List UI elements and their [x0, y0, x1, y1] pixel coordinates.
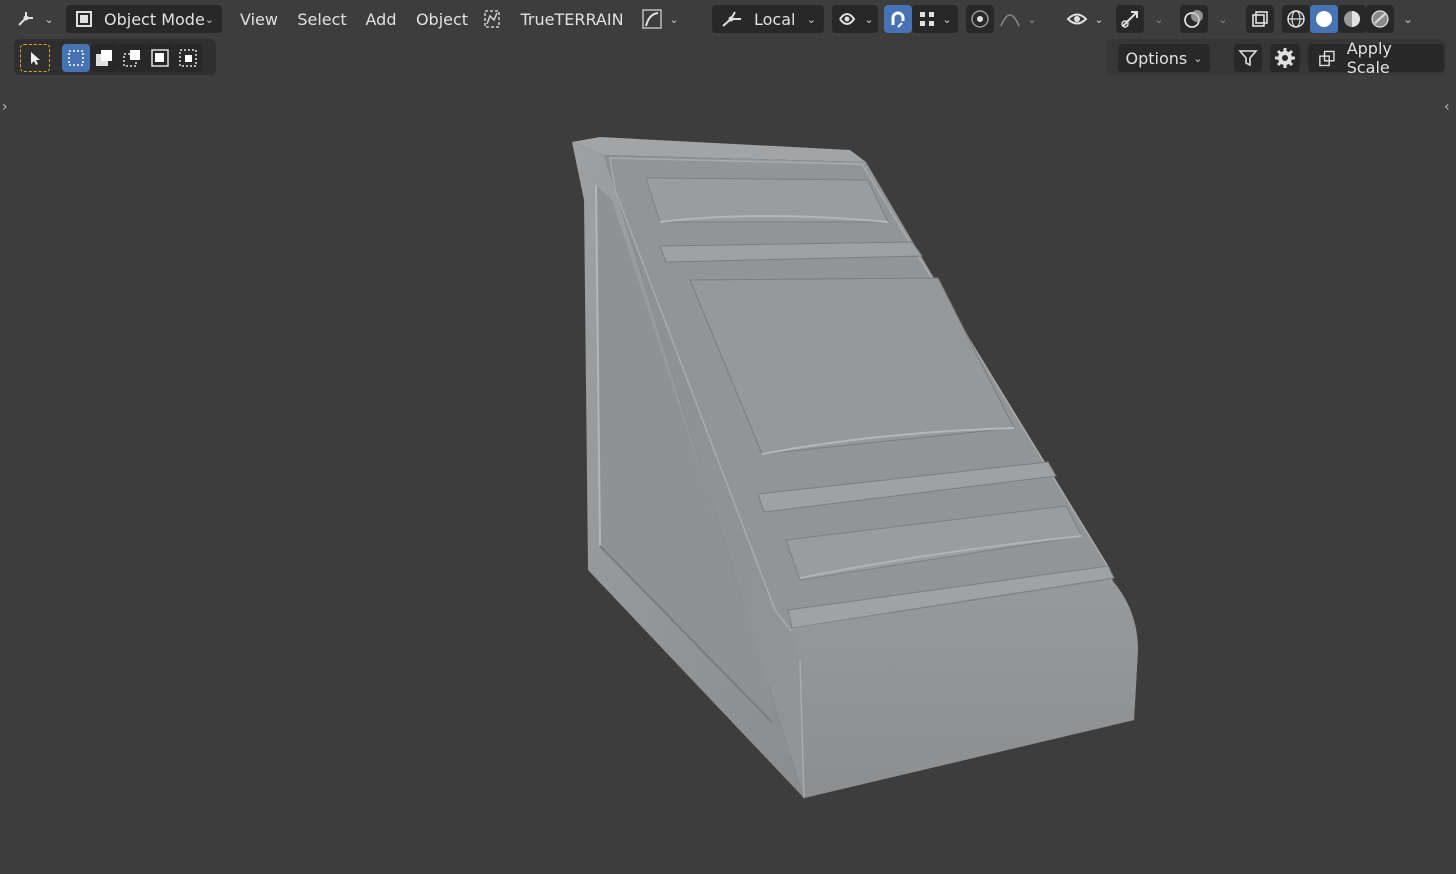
3d-viewport[interactable]: › ‹ ⌄ Object Mode ⌄ View Select Add Obje…: [0, 0, 1456, 874]
pivot-point-icon: [839, 13, 856, 25]
gizmo-icon: [1121, 11, 1138, 28]
apply-scale-label: Apply Scale: [1346, 39, 1392, 77]
filter-funnel-icon: [1238, 50, 1258, 67]
pivot-point-dropdown[interactable]: ⌄: [832, 5, 878, 33]
gizmo-dropdown[interactable]: ⌄: [1146, 5, 1172, 33]
shading-wireframe-button[interactable]: [1282, 5, 1310, 33]
selection-mode-new[interactable]: [62, 44, 90, 72]
transform-orientation-dropdown[interactable]: Local ⌄: [712, 5, 824, 33]
chevron-down-icon: ⌄: [204, 12, 214, 26]
chevron-down-icon: ⌄: [942, 12, 952, 26]
select-intersect-icon: [179, 49, 197, 67]
shading-rendered-button[interactable]: [1366, 5, 1394, 33]
select-new-icon: [68, 50, 84, 66]
shading-material-button[interactable]: [1338, 5, 1366, 33]
menu-object[interactable]: Object: [414, 5, 470, 33]
chevron-down-icon: ⌄: [1027, 12, 1037, 26]
solid-sphere-icon: [1316, 11, 1332, 27]
chevron-down-icon: ⌄: [1403, 12, 1413, 26]
overlays-toggle[interactable]: [1180, 5, 1208, 33]
shading-dropdown[interactable]: ⌄: [1396, 5, 1420, 33]
addon-terrain-icon[interactable]: [480, 5, 504, 33]
xray-toggle[interactable]: [1246, 5, 1274, 33]
mesh-object[interactable]: [0, 0, 1456, 874]
rendered-sphere-icon: [1371, 10, 1389, 28]
curve-tool-button[interactable]: ⌄: [638, 5, 682, 33]
editor-type-button[interactable]: ⌄: [14, 5, 56, 33]
mode-label: Object Mode: [104, 9, 205, 29]
overlays-dropdown[interactable]: ⌄: [1210, 5, 1236, 33]
snap-toggle[interactable]: [884, 5, 912, 33]
chevron-down-icon: ⌄: [864, 12, 874, 26]
proportional-falloff-dropdown[interactable]: ⌄: [996, 5, 1040, 33]
menu-view[interactable]: View: [236, 5, 282, 33]
sidebar-toggle-right-icon[interactable]: ‹: [1444, 99, 1450, 115]
apply-scale-icon: [1319, 50, 1335, 67]
chevron-down-icon: ⌄: [1193, 51, 1203, 65]
proportional-edit-icon: [971, 10, 989, 28]
object-mode-icon: [76, 11, 92, 27]
selection-mode-invert[interactable]: [146, 44, 174, 72]
chevron-down-icon: ⌄: [44, 12, 54, 26]
eye-icon: [1066, 13, 1088, 25]
shading-solid-button[interactable]: [1310, 5, 1338, 33]
snap-target-dropdown[interactable]: ⌄: [912, 5, 958, 33]
select-subtract-icon: [123, 50, 140, 67]
gear-icon: [1275, 48, 1295, 68]
menu-add[interactable]: Add: [362, 5, 400, 33]
falloff-curve-icon: [1000, 14, 1021, 27]
wireframe-sphere-icon: [1287, 10, 1305, 28]
xray-icon: [1252, 11, 1268, 27]
menu-trueterrain[interactable]: TrueTERRAIN: [514, 5, 630, 33]
material-sphere-icon: [1344, 11, 1360, 27]
snap-increment-icon: [920, 12, 935, 26]
orientation-label: Local: [754, 9, 796, 29]
gizmo-toggle[interactable]: [1116, 5, 1144, 33]
chevron-down-icon: ⌄: [1094, 12, 1104, 26]
menu-select[interactable]: Select: [294, 5, 350, 33]
select-tool-button[interactable]: [20, 44, 50, 72]
settings-button[interactable]: [1270, 44, 1300, 72]
cursor-arrow-icon: [31, 52, 40, 65]
curve-icon: [642, 9, 663, 29]
toolbar-toggle-left-icon[interactable]: ›: [2, 99, 8, 115]
local-orientation-icon: [722, 11, 741, 27]
viewport-header: ⌄ Object Mode ⌄ View Select Add Object T…: [0, 0, 1456, 38]
chevron-down-icon: ⌄: [669, 12, 679, 26]
chevron-down-icon: ⌄: [806, 12, 816, 26]
mode-selector[interactable]: Object Mode ⌄: [66, 5, 222, 33]
options-label: Options: [1125, 48, 1188, 68]
filter-button[interactable]: [1234, 44, 1262, 72]
chevron-down-icon: ⌄: [1218, 12, 1228, 26]
overlays-icon: [1184, 10, 1203, 28]
select-extend-icon: [96, 50, 112, 66]
apply-scale-button[interactable]: Apply Scale: [1308, 39, 1444, 77]
options-dropdown[interactable]: Options ⌄: [1118, 44, 1210, 72]
selection-mode-subtract[interactable]: [118, 44, 146, 72]
axes-editor-icon: [18, 12, 34, 26]
chevron-down-icon: ⌄: [1154, 12, 1164, 26]
visibility-dropdown[interactable]: ⌄: [1062, 5, 1108, 33]
selection-mode-intersect[interactable]: [174, 44, 202, 72]
selection-mode-extend[interactable]: [90, 44, 118, 72]
proportional-editing-toggle[interactable]: [966, 5, 994, 33]
magnet-icon: [891, 11, 905, 28]
select-invert-icon: [151, 49, 169, 67]
